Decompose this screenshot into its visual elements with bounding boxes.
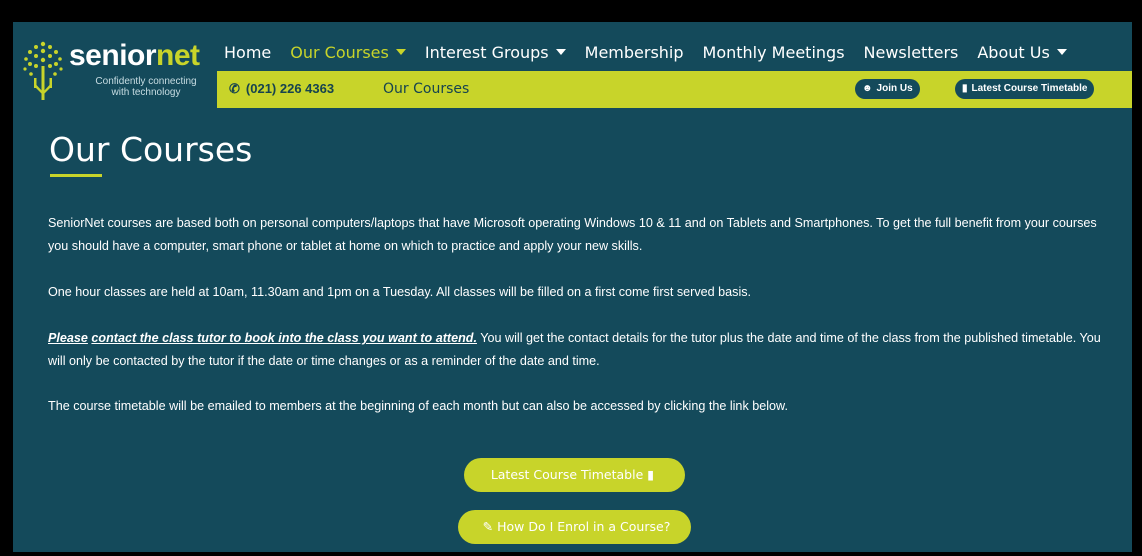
nav-about-us-label: About Us xyxy=(977,42,1050,62)
nav-newsletters[interactable]: Newsletters xyxy=(864,43,959,62)
phone-link[interactable]: ✆ (021) 226 4363 xyxy=(229,81,334,97)
phone-icon: ✆ xyxy=(229,81,240,96)
contact-tutor-link[interactable]: contact the class tutor to book into the… xyxy=(91,331,477,345)
logo-word-senior: senior xyxy=(69,39,157,72)
tagline-line-2: with technology xyxy=(111,87,181,98)
caret-down-icon xyxy=(395,49,406,55)
nav-interest-groups-label: Interest Groups xyxy=(424,42,549,62)
logo-tagline: Confidently connecting with technology xyxy=(71,76,221,98)
phone-number: (021) 226 4363 xyxy=(245,81,335,96)
tree-logo-icon xyxy=(23,41,63,100)
latest-course-timetable-button[interactable]: Latest Course Timetable ▮ xyxy=(464,458,685,492)
book-icon: ▮ xyxy=(962,83,968,94)
page: seniornet Confidently connecting with te… xyxy=(13,22,1132,552)
pencil-icon: ✎ xyxy=(482,519,494,534)
logo-word-net: net xyxy=(156,39,200,72)
please-emphasis: Please xyxy=(48,331,88,345)
nav-about-us[interactable]: About Us xyxy=(977,42,1067,62)
main-nav: Home Our Courses Interest Groups Members… xyxy=(224,40,1086,64)
logo-wordmark: seniornet xyxy=(69,40,200,72)
join-us-button[interactable]: ☻ Join Us xyxy=(855,79,920,99)
timetable-paragraph: The course timetable will be emailed to … xyxy=(48,399,788,413)
nav-membership[interactable]: Membership xyxy=(585,43,684,62)
latest-course-timetable-label: Latest Course Timetable xyxy=(490,467,644,482)
nav-home[interactable]: Home xyxy=(224,43,271,62)
sub-header-bar: ✆ (021) 226 4363 Our Courses ☻ Join Us ▮ La… xyxy=(217,71,1132,108)
caret-down-icon xyxy=(555,49,566,55)
caret-down-icon xyxy=(1056,49,1067,55)
title-underline xyxy=(50,174,102,177)
nav-our-courses[interactable]: Our Courses xyxy=(290,43,406,62)
nav-monthly-meetings-label: Monthly Meetings xyxy=(702,42,845,62)
breadcrumb: Our Courses xyxy=(383,81,470,97)
intro-paragraph: SeniorNet courses are based both on pers… xyxy=(48,216,1097,253)
nav-membership-label: Membership xyxy=(584,42,684,62)
tagline-line-1: Confidently connecting xyxy=(95,76,197,87)
latest-timetable-header-label: Latest Course Timetable xyxy=(971,83,1088,94)
page-title: Our Courses xyxy=(49,130,253,169)
nav-home-label: Home xyxy=(224,42,272,62)
class-times-paragraph: One hour classes are held at 10am, 11.30… xyxy=(48,285,752,299)
how-to-enrol-button[interactable]: ✎ How Do I Enrol in a Course? xyxy=(458,510,691,544)
join-us-label: Join Us xyxy=(876,83,913,94)
nav-interest-groups[interactable]: Interest Groups xyxy=(425,43,566,62)
book-icon: ▮ xyxy=(647,467,655,482)
site-logo[interactable]: seniornet Confidently connecting with te… xyxy=(21,34,221,114)
nav-our-courses-label: Our Courses xyxy=(290,42,389,62)
nav-newsletters-label: Newsletters xyxy=(863,42,959,62)
users-icon: ☻ xyxy=(862,83,873,94)
latest-timetable-header-button[interactable]: ▮ Latest Course Timetable xyxy=(955,79,1095,99)
nav-monthly-meetings[interactable]: Monthly Meetings xyxy=(703,43,845,62)
booking-paragraph: Please contact the class tutor to book i… xyxy=(48,327,1113,373)
how-to-enrol-label: How Do I Enrol in a Course? xyxy=(497,519,671,534)
